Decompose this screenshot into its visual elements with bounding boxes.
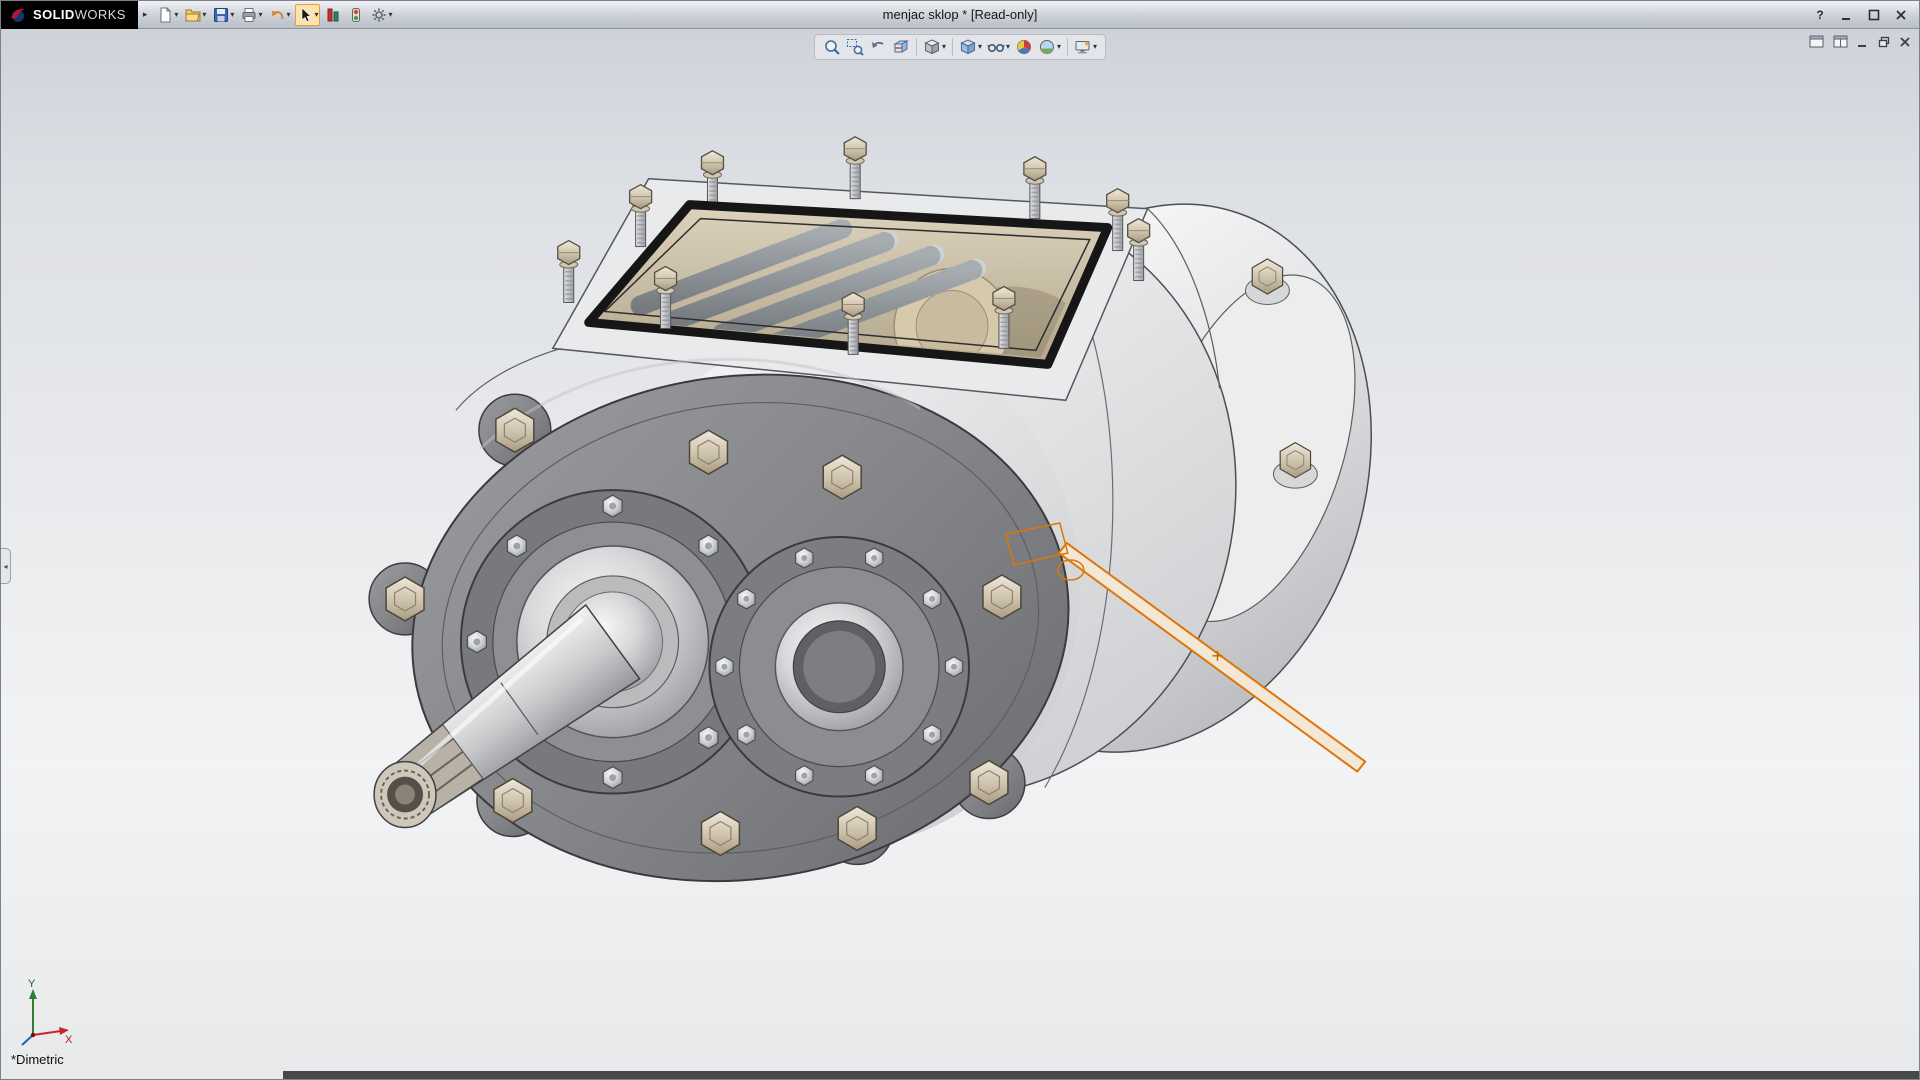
maximize-button[interactable] xyxy=(1866,7,1882,23)
dropdown-caret-icon[interactable]: ▾ xyxy=(258,11,262,19)
y-axis-arrow-icon xyxy=(29,989,37,999)
view-orientation-label: *Dimetric xyxy=(11,1052,64,1067)
xpress-products-button[interactable] xyxy=(323,4,343,26)
maximize-icon xyxy=(1868,9,1880,21)
x-axis-label: X xyxy=(65,1034,73,1046)
toolbar-separator xyxy=(916,38,917,56)
bottom-status-strip xyxy=(283,1071,1919,1079)
pane-grid-icon xyxy=(1833,35,1848,48)
close-icon xyxy=(1899,36,1911,48)
document-title: menjac sklop * [Read-only] xyxy=(883,7,1038,22)
apply-scene-icon xyxy=(1038,38,1056,56)
hide-show-items-icon xyxy=(987,38,1005,56)
pane-layout-icon xyxy=(1809,35,1824,48)
solidworks-logo: SOLIDWORKS xyxy=(1,1,138,29)
dropdown-caret-icon[interactable]: ▾ xyxy=(314,11,318,19)
dropdown-caret-icon[interactable]: ▾ xyxy=(230,11,234,19)
view-orientation-icon xyxy=(923,38,941,56)
document-window-controls xyxy=(1809,35,1911,48)
new-document-icon xyxy=(157,7,173,23)
options-button[interactable]: ▾ xyxy=(369,4,394,26)
help-button[interactable]: ? xyxy=(1812,7,1828,23)
view-orientation-button[interactable]: ▾ xyxy=(921,37,948,57)
section-view-button[interactable] xyxy=(890,37,912,57)
pane-grid-button[interactable] xyxy=(1833,35,1848,48)
titlebar: SOLIDWORKS ▸ ▾ ▾ ▾ xyxy=(1,1,1919,29)
view-settings-button[interactable]: ▾ xyxy=(1072,37,1099,57)
select-cursor-icon xyxy=(297,7,313,23)
zoom-to-fit-button[interactable] xyxy=(821,37,843,57)
dropdown-caret-icon[interactable]: ▾ xyxy=(1057,43,1061,51)
print-icon xyxy=(241,7,257,23)
display-style-icon xyxy=(959,38,977,56)
pane-layout-button[interactable] xyxy=(1809,35,1824,48)
dassault-systemes-logo-icon xyxy=(9,6,27,24)
brand-text: SOLIDWORKS xyxy=(33,7,126,22)
dropdown-caret-icon[interactable]: ▾ xyxy=(1093,43,1097,51)
main-toolbar: ▾ ▾ ▾ ▾ xyxy=(152,4,394,26)
dropdown-caret-icon[interactable]: ▾ xyxy=(174,11,178,19)
toolbar-separator xyxy=(952,38,953,56)
zoom-to-area-button[interactable] xyxy=(844,37,866,57)
previous-view-icon xyxy=(869,38,887,56)
headsup-view-toolbar: ▾ ▾ ▾ xyxy=(814,34,1106,60)
help-icon: ? xyxy=(1816,8,1823,22)
apply-scene-button[interactable]: ▾ xyxy=(1036,37,1063,57)
menu-expand-arrow-icon[interactable]: ▸ xyxy=(138,9,153,20)
previous-view-button[interactable] xyxy=(867,37,889,57)
dropdown-caret-icon[interactable]: ▾ xyxy=(286,11,290,19)
dropdown-caret-icon[interactable]: ▾ xyxy=(942,43,946,51)
print-button[interactable]: ▾ xyxy=(239,4,264,26)
save-button[interactable]: ▾ xyxy=(211,4,236,26)
dropdown-caret-icon[interactable]: ▾ xyxy=(388,11,392,19)
reference-triad: Y X xyxy=(13,977,77,1049)
graphics-viewport[interactable]: ▾ ▾ ▾ xyxy=(1,29,1919,1079)
edit-appearance-button[interactable] xyxy=(1013,37,1035,57)
document-close-button[interactable] xyxy=(1899,36,1911,48)
document-restore-button[interactable] xyxy=(1878,36,1890,48)
close-icon xyxy=(1895,9,1907,21)
dropdown-caret-icon[interactable]: ▾ xyxy=(202,11,206,19)
edit-appearance-icon xyxy=(1015,38,1033,56)
document-minimize-button[interactable] xyxy=(1857,36,1869,48)
minimize-icon xyxy=(1857,36,1869,48)
display-style-button[interactable]: ▾ xyxy=(957,37,984,57)
dropdown-caret-icon[interactable]: ▾ xyxy=(978,43,982,51)
window-controls: ? xyxy=(1812,7,1919,23)
y-axis-label: Y xyxy=(28,978,36,990)
options-gear-icon xyxy=(371,7,387,23)
z-axis-line xyxy=(22,1035,33,1045)
undo-button[interactable]: ▾ xyxy=(267,4,292,26)
zoom-to-fit-icon xyxy=(823,38,841,56)
rebuild-icon xyxy=(348,7,364,23)
undo-icon xyxy=(269,7,285,23)
solidworks-window: SOLIDWORKS ▸ ▾ ▾ ▾ xyxy=(0,0,1920,1080)
view-settings-icon xyxy=(1074,38,1092,56)
model-right-bearing[interactable] xyxy=(709,537,969,797)
toolbar-separator xyxy=(1067,38,1068,56)
new-document-button[interactable]: ▾ xyxy=(155,4,180,26)
rebuild-button[interactable] xyxy=(346,4,366,26)
minimize-icon xyxy=(1841,9,1853,21)
minimize-button[interactable] xyxy=(1839,7,1855,23)
gearbox-model[interactable] xyxy=(1,29,1919,1079)
section-view-icon xyxy=(892,38,910,56)
zoom-to-area-icon xyxy=(846,38,864,56)
featuremanager-flyout-tab[interactable]: ◂ xyxy=(1,548,11,584)
open-folder-icon xyxy=(185,7,201,23)
hide-show-items-button[interactable]: ▾ xyxy=(985,37,1012,57)
xpress-products-icon xyxy=(325,7,341,23)
save-icon xyxy=(213,7,229,23)
close-button[interactable] xyxy=(1893,7,1909,23)
dropdown-caret-icon[interactable]: ▾ xyxy=(1006,43,1010,51)
restore-icon xyxy=(1878,36,1890,48)
collapse-arrow-icon: ◂ xyxy=(3,562,7,571)
select-tool-button[interactable]: ▾ xyxy=(295,4,320,26)
open-button[interactable]: ▾ xyxy=(183,4,208,26)
